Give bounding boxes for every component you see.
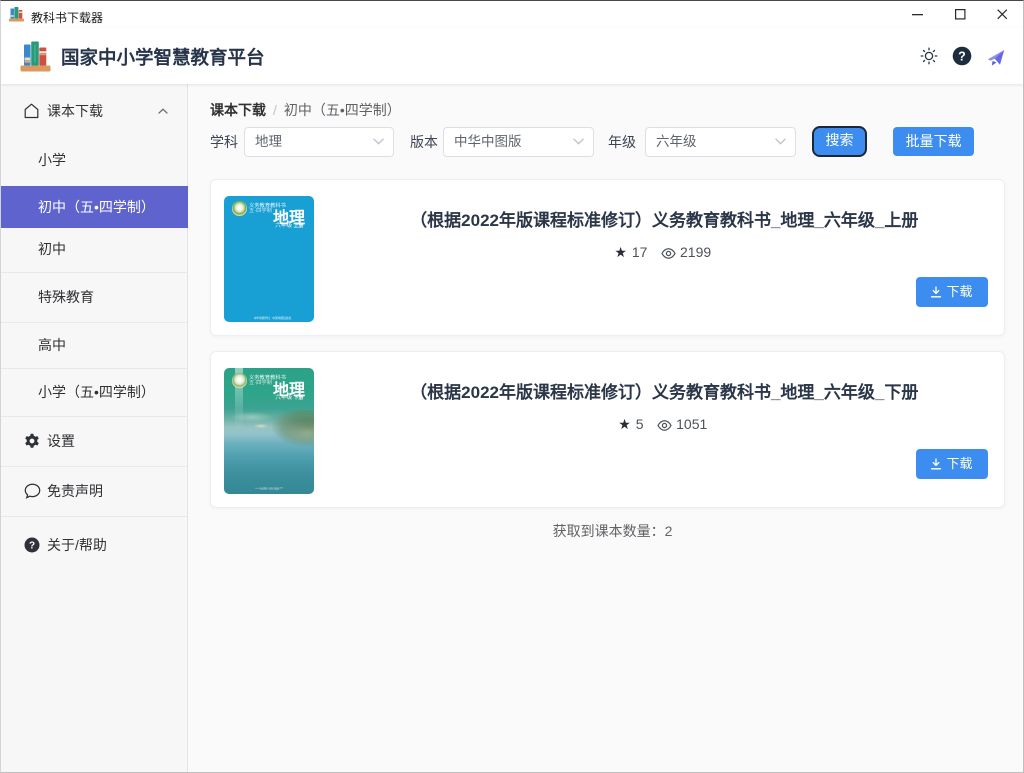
- svg-text:?: ?: [29, 541, 35, 552]
- svg-text:?: ?: [958, 49, 966, 63]
